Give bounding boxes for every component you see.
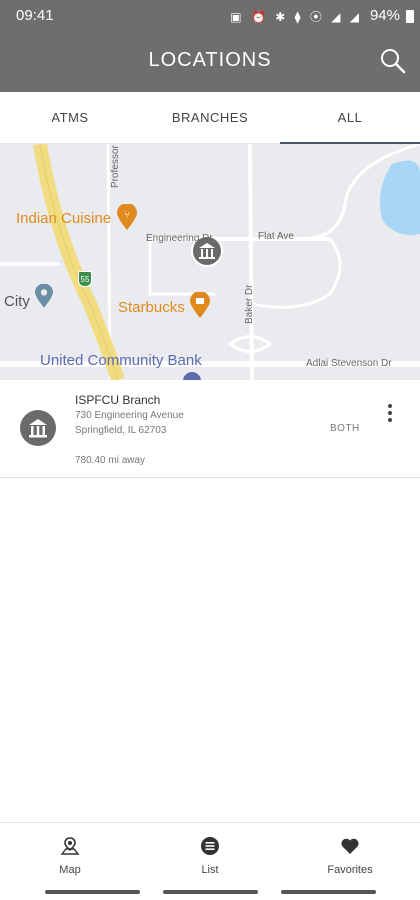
cafe-pin-icon[interactable] (190, 292, 210, 318)
nav-map[interactable]: Map (0, 823, 140, 886)
city-pin-icon[interactable] (35, 284, 53, 308)
gesture-segment (45, 890, 140, 894)
location-address-line1: 730 Engineering Avenue (75, 410, 184, 421)
map-poi-starbucks[interactable]: Starbucks (118, 299, 185, 316)
status-time: 09:41 (16, 7, 54, 24)
tab-all[interactable]: ALL (280, 92, 420, 144)
app-bar: LOCATIONS (0, 30, 420, 92)
road-label-flat-ave: Flat Ave (258, 231, 294, 242)
nav-list[interactable]: List (140, 823, 280, 886)
heart-icon (341, 838, 359, 854)
search-button[interactable] (378, 46, 408, 76)
road-label-engineering-dr: Engineering Dr (146, 233, 213, 244)
system-gesture-bar (0, 888, 420, 900)
gesture-segment (163, 890, 258, 894)
bottom-navigation: Map List Favorites (0, 822, 420, 886)
road-label-baker-dr: Baker Dr (244, 284, 255, 324)
more-vertical-icon (388, 404, 392, 408)
location-name: ISPFCU Branch (75, 393, 161, 407)
status-bar: 09:41 ▣ ⏰ ✱ ⧫ ⦿ ◢ ◢ 94% (0, 0, 420, 30)
map-poi-united-community-bank[interactable]: United Community Bank (40, 352, 202, 369)
page-title: LOCATIONS (148, 49, 272, 71)
more-options-button[interactable] (382, 402, 398, 428)
road-label-adlai-stevenson-dr: Adlai Stevenson Dr (306, 358, 392, 369)
location-type-badge: BOTH (330, 423, 360, 434)
nav-favorites[interactable]: Favorites (280, 823, 420, 886)
nav-map-label: Map (59, 864, 81, 876)
bank-building-icon (29, 419, 47, 438)
highway-shield-icon: 55 (78, 271, 92, 287)
location-list-item[interactable]: ISPFCU Branch 730 Engineering Avenue Spr… (0, 380, 420, 478)
map-poi-indian-cuisine[interactable]: Indian Cuisine (16, 210, 111, 227)
nav-favorites-label: Favorites (327, 864, 373, 876)
battery-percentage: 94% (369, 7, 400, 24)
filter-tabs: ATMS BRANCHES ALL (0, 92, 420, 144)
map-pin-icon (60, 837, 80, 855)
tab-branches[interactable]: BRANCHES (140, 92, 280, 143)
branch-icon (20, 410, 56, 446)
map-label-city: City (4, 293, 30, 310)
gesture-segment (281, 890, 376, 894)
status-icons: ▣ ⏰ ✱ ⧫ ⦿ ◢ ◢ (230, 10, 362, 24)
search-icon (381, 49, 406, 74)
location-distance: 780.40 mi away (75, 455, 146, 466)
nav-list-label: List (201, 864, 219, 876)
highway-shield-label: 55 (80, 275, 90, 284)
battery-icon (406, 10, 414, 23)
road-label-professor: Professor (110, 145, 121, 188)
map-view[interactable]: 55 Indian Cuisine ⑂ Starbucks United Com… (0, 144, 420, 380)
restaurant-pin-icon[interactable]: ⑂ (117, 204, 137, 230)
svg-text:⑂: ⑂ (124, 210, 130, 221)
list-icon (201, 837, 219, 855)
location-address-line2: Springfield, IL 62703 (75, 425, 167, 436)
tab-atms[interactable]: ATMS (0, 92, 140, 143)
